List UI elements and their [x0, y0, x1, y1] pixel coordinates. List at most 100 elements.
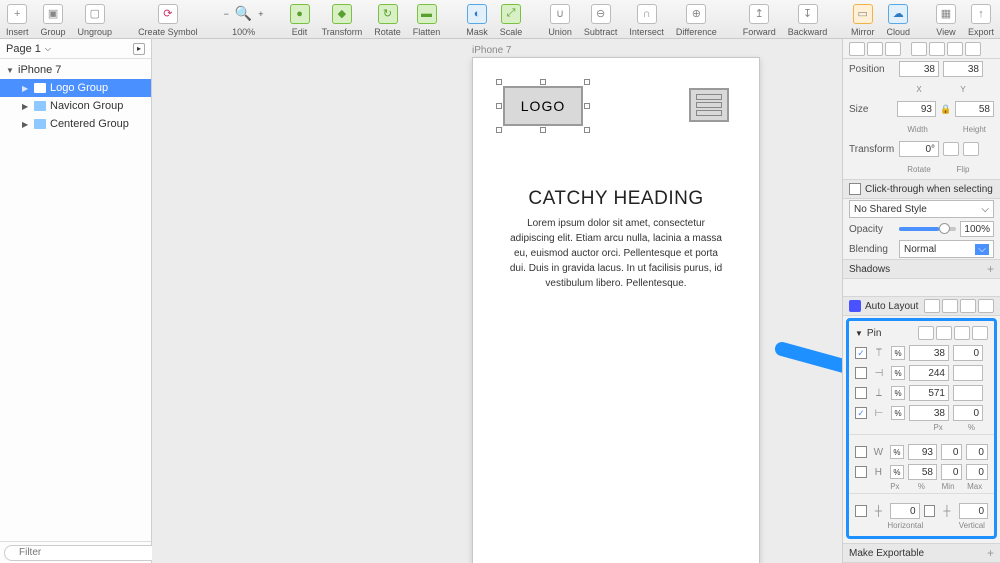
tb-zoom[interactable]: −🔍+100%	[218, 0, 270, 38]
tb-backward[interactable]: ↧Backward	[782, 0, 834, 38]
pin-top-pct-icon[interactable]: %	[891, 346, 905, 360]
artboard-iphone7[interactable]: LOGO CATCHY HEADING Lorem ipsum dolor si…	[472, 57, 760, 563]
pin-left-check[interactable]	[855, 407, 867, 419]
navicon-box[interactable]	[689, 88, 729, 122]
pin-header[interactable]: Pin	[867, 328, 881, 339]
layer-logo-group[interactable]: ▶Logo Group	[0, 79, 151, 97]
pin-right-check[interactable]	[855, 367, 867, 379]
heading-text[interactable]: CATCHY HEADING	[473, 188, 759, 210]
flip-v-icon[interactable]	[963, 142, 979, 156]
width-input[interactable]: 93	[897, 101, 936, 117]
flip-h-icon[interactable]	[943, 142, 959, 156]
tb-rotate[interactable]: ↻Rotate	[368, 0, 407, 38]
shadows-header[interactable]: Shadows	[849, 264, 890, 275]
align-bottom-icon[interactable]	[947, 42, 963, 56]
pin-top-icon: ⟙	[871, 348, 887, 359]
size-label: Size	[849, 104, 893, 115]
tb-create-symbol[interactable]: ⟳Create Symbol	[132, 0, 204, 38]
pin-preset2-icon[interactable]	[936, 326, 952, 340]
tb-mask[interactable]: ◐Mask	[460, 0, 494, 38]
pin-w-val[interactable]: 93	[908, 444, 937, 460]
pin-bottom-icon: ⟘	[871, 388, 887, 399]
align-left-icon[interactable]	[849, 42, 865, 56]
tb-insert[interactable]: +Insert	[0, 0, 35, 38]
tb-ungroup[interactable]: ▢Ungroup	[72, 0, 119, 38]
position-label: Position	[849, 64, 895, 75]
height-input[interactable]: 58	[955, 101, 994, 117]
tb-scale[interactable]: ⤢Scale	[494, 0, 529, 38]
pin-preset3-icon[interactable]	[954, 326, 970, 340]
clickthrough-checkbox[interactable]	[849, 183, 861, 195]
align-center-v-icon[interactable]	[929, 42, 945, 56]
pin-top-check[interactable]	[855, 347, 867, 359]
center-v-icon: ┼	[939, 506, 955, 517]
shared-style-dropdown[interactable]: No Shared Style⌵	[849, 200, 994, 218]
tb-subtract[interactable]: ⊖Subtract	[578, 0, 624, 38]
add-shadow-icon[interactable]: +	[987, 262, 994, 276]
page-selector[interactable]: Page 1⌵ ▸	[0, 39, 151, 59]
tb-transform[interactable]: ◆Transform	[316, 0, 369, 38]
pin-left-icon: ⊢	[871, 408, 887, 419]
al-opt4-icon[interactable]	[978, 299, 994, 313]
tb-forward[interactable]: ↥Forward	[737, 0, 782, 38]
lock-icon[interactable]: 🔒	[940, 104, 951, 115]
opacity-slider[interactable]	[899, 227, 956, 231]
pin-bottom-check[interactable]	[855, 387, 867, 399]
canvas[interactable]: iPhone 7 LOGO CATCHY HEADING Lorem ipsum…	[152, 39, 842, 563]
tb-difference[interactable]: ⊕Difference	[670, 0, 723, 38]
tb-group[interactable]: ▣Group	[35, 0, 72, 38]
pin-trash-icon[interactable]	[972, 326, 988, 340]
make-exportable-header[interactable]: Make Exportable	[849, 548, 924, 559]
pin-left-px[interactable]: 38	[909, 405, 949, 421]
pos-y-input[interactable]: 38	[943, 61, 983, 77]
align-right-icon[interactable]	[885, 42, 901, 56]
tb-flatten[interactable]: ▬Flatten	[407, 0, 447, 38]
align-center-h-icon[interactable]	[867, 42, 883, 56]
page-name: Page 1	[6, 43, 41, 55]
autolayout-header[interactable]: Auto Layout	[865, 301, 918, 312]
pin-right-px[interactable]: 244	[909, 365, 949, 381]
add-export-icon[interactable]: +	[987, 546, 994, 560]
blending-dropdown[interactable]: Normal⌵	[899, 240, 994, 258]
paragraph-text[interactable]: Lorem ipsum dolor sit amet, consectetur …	[509, 216, 723, 291]
al-opt2-icon[interactable]	[942, 299, 958, 313]
artboard-row[interactable]: ▼iPhone 7	[0, 61, 151, 79]
pos-x-input[interactable]: 38	[899, 61, 939, 77]
pin-right-icon: ⊣	[871, 368, 887, 379]
rotate-input[interactable]: 0°	[899, 141, 939, 157]
tb-mirror[interactable]: ▭Mirror	[845, 0, 881, 38]
tb-cloud[interactable]: ☁Cloud	[880, 0, 916, 38]
filter-input[interactable]	[4, 545, 166, 561]
pin-w-check[interactable]	[855, 446, 867, 458]
tb-export[interactable]: ↑Export	[962, 0, 1000, 38]
tb-view[interactable]: ▦View	[930, 0, 962, 38]
tb-union[interactable]: ∪Union	[542, 0, 578, 38]
pin-panel: ▼Pin ⟙%380 ⊣%244 ⟘%571 ⊢%380 Px% W%9300 …	[846, 318, 997, 539]
pin-preset1-icon[interactable]	[918, 326, 934, 340]
center-h-check[interactable]	[855, 505, 867, 517]
page-add-icon[interactable]: ▸	[133, 43, 145, 55]
center-v-check[interactable]	[924, 505, 936, 517]
al-opt3-icon[interactable]	[960, 299, 976, 313]
al-opt1-icon[interactable]	[924, 299, 940, 313]
pin-left-pctval[interactable]: 0	[953, 405, 983, 421]
pin-bottom-px[interactable]: 571	[909, 385, 949, 401]
pin-h-val[interactable]: 58	[908, 464, 937, 480]
logo-box[interactable]: LOGO	[503, 86, 583, 126]
pin-top-px[interactable]: 38	[909, 345, 949, 361]
callout-arrow	[772, 339, 842, 429]
layer-centered-group[interactable]: ▶Centered Group	[0, 115, 151, 133]
pin-h-check[interactable]	[855, 466, 867, 478]
transform-label: Transform	[849, 144, 895, 155]
tb-intersect[interactable]: ∩Intersect	[623, 0, 670, 38]
distribute-icon[interactable]	[965, 42, 981, 56]
layer-navicon-group[interactable]: ▶Navicon Group	[0, 97, 151, 115]
center-h-icon: ┼	[871, 506, 887, 517]
align-top-icon[interactable]	[911, 42, 927, 56]
inspector-panel: Position 38 38 XY Size 93🔒 58 WidthHeigh…	[842, 39, 1000, 563]
layers-panel: Page 1⌵ ▸ ▼iPhone 7 ▶Logo Group ▶Navicon…	[0, 39, 152, 563]
tb-edit[interactable]: ●Edit	[284, 0, 316, 38]
opacity-input[interactable]: 100%	[960, 221, 994, 237]
pin-top-pctval[interactable]: 0	[953, 345, 983, 361]
artboard-label[interactable]: iPhone 7	[472, 45, 511, 56]
